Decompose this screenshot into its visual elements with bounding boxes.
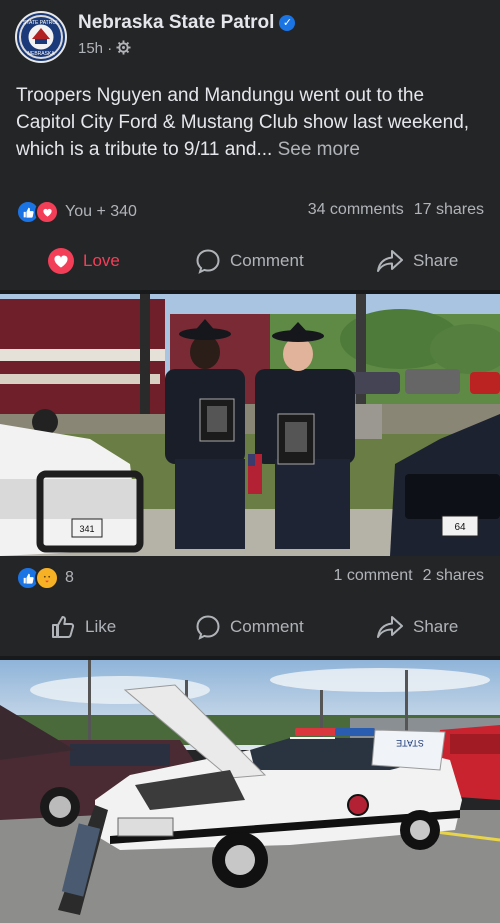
like-button[interactable]: Like <box>50 602 116 652</box>
share-label: Share <box>413 251 459 270</box>
comment-icon <box>196 249 220 274</box>
photo-one-comments-count[interactable]: 1 comment <box>333 567 412 584</box>
reaction-count: You + 340 <box>65 203 137 220</box>
love-icon <box>48 248 74 274</box>
shares-count[interactable]: 17 shares <box>414 201 484 218</box>
post-stats: You + 340 34 comments 17 shares <box>0 198 500 226</box>
photo-one-action-bar: Like Comment Share <box>0 602 500 652</box>
svg-text:NEBRASKA: NEBRASKA <box>27 51 55 57</box>
photo-one-comment-button[interactable]: Comment <box>195 602 304 652</box>
love-button[interactable]: Love <box>48 236 120 286</box>
page-name-text[interactable]: Nebraska State Patrol <box>78 12 274 33</box>
photo-one-shares-count[interactable]: 2 shares <box>423 567 484 584</box>
love-reaction-icon <box>35 200 59 224</box>
gear-icon <box>116 40 131 55</box>
photo-one-stats: 8 1 comment 2 shares <box>0 564 500 592</box>
post-header: STATE PATROL NEBRASKA Nebraska State Pat… <box>0 0 500 72</box>
photo-one-engagement-counts: 1 comment 2 shares <box>333 567 484 585</box>
photo-one-share-button[interactable]: Share <box>376 602 458 652</box>
post-text: Troopers Nguyen and Mandungu went out to… <box>16 82 486 163</box>
share-button[interactable]: Share <box>376 236 458 286</box>
right-plate-number: 64 <box>454 522 466 533</box>
left-plate-number: 341 <box>79 524 94 534</box>
love-label: Love <box>83 251 120 270</box>
troopers-with-plaques-image: 341 64 <box>0 294 500 556</box>
post-time[interactable]: 15h <box>78 40 103 57</box>
comment-label: Comment <box>230 251 304 270</box>
page-name[interactable]: Nebraska State Patrol ✓ <box>78 12 296 34</box>
photo-one-comment-label: Comment <box>230 617 304 636</box>
post-body: Troopers Nguyen and Mandungu went out to… <box>16 85 470 160</box>
svg-text:STATE PATROL: STATE PATROL <box>23 20 59 26</box>
engagement-counts: 34 comments 17 shares <box>308 201 484 219</box>
page-avatar[interactable]: STATE PATROL NEBRASKA <box>15 11 67 63</box>
comment-button[interactable]: Comment <box>195 236 304 286</box>
meta-separator: · <box>107 40 113 57</box>
see-more-link[interactable]: See more <box>278 139 360 160</box>
state-patrol-seal-icon: STATE PATROL NEBRASKA <box>19 15 63 59</box>
state-patrol-mustang-image: STATE <box>0 660 500 923</box>
post-action-bar: Love Comment Share <box>0 236 500 286</box>
photo-one-reaction-count: 8 <box>65 569 74 586</box>
photo-mustang[interactable]: STATE <box>0 660 500 923</box>
photo-troopers[interactable]: 341 64 <box>0 294 500 556</box>
verified-badge-icon: ✓ <box>279 15 296 31</box>
like-label: Like <box>85 617 117 636</box>
share-icon <box>377 616 403 638</box>
care-reaction-icon <box>35 566 59 590</box>
sign-text: STATE <box>396 738 424 748</box>
share-icon <box>377 250 403 272</box>
reaction-summary[interactable]: You + 340 <box>16 200 137 224</box>
like-icon <box>52 616 75 638</box>
post-meta: 15h · <box>78 40 131 57</box>
photo-one-share-label: Share <box>413 617 459 636</box>
photo-one-reaction-summary[interactable]: 8 <box>16 566 74 590</box>
comments-count[interactable]: 34 comments <box>308 201 404 218</box>
comment-icon <box>196 615 220 640</box>
